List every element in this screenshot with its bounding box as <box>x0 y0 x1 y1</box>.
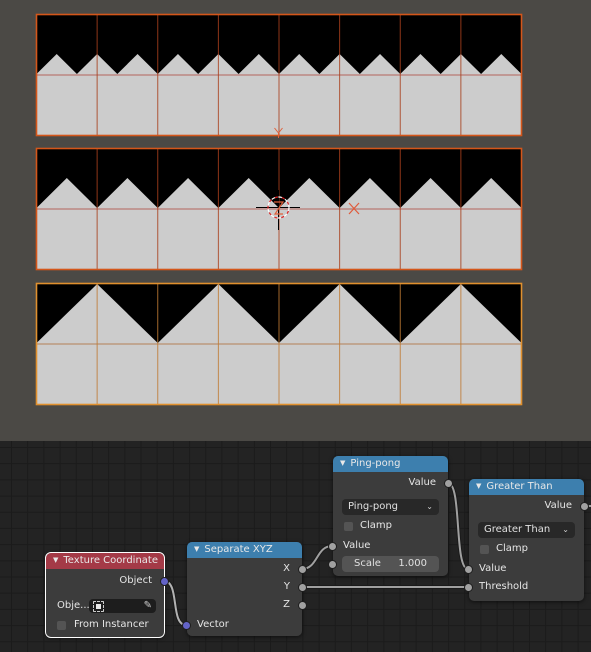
link-wire <box>447 482 469 570</box>
clamp-label: Clamp <box>360 520 392 531</box>
plane-bottom[interactable] <box>35 282 523 406</box>
input-vector-label: Vector <box>197 619 229 630</box>
output-socket-y[interactable] <box>298 583 307 592</box>
operation-value: Greater Than <box>484 524 551 535</box>
output-value-label: Value <box>408 477 436 488</box>
operation-dropdown[interactable]: Greater Than ⌄ <box>478 522 575 538</box>
input-value-label: Value <box>343 540 371 551</box>
output-value-label: Value <box>544 500 572 511</box>
node-texture-coordinate[interactable]: ▼ Texture Coordinate Object Obje... ✎ Fro… <box>45 552 169 638</box>
node-title: Texture Coordinate <box>63 555 158 566</box>
output-socket-x[interactable] <box>298 565 307 574</box>
node-title: Greater Than <box>486 481 553 492</box>
node-header[interactable]: ▼ Greater Than <box>469 479 584 495</box>
object-field-label: Obje... <box>57 600 90 611</box>
from-instancer-label: From Instancer <box>74 619 149 630</box>
collapse-triangle-icon[interactable]: ▼ <box>53 556 58 564</box>
output-z-label: Z <box>283 599 290 610</box>
from-instancer-checkbox[interactable] <box>57 621 66 630</box>
eyedropper-icon[interactable]: ✎ <box>144 599 152 613</box>
object-icon <box>93 601 104 612</box>
clamp-label: Clamp <box>496 543 528 554</box>
input-socket-value[interactable] <box>328 542 337 551</box>
output-object-label: Object <box>119 575 152 586</box>
clamp-checkbox[interactable] <box>480 545 489 554</box>
3d-viewport[interactable] <box>0 0 591 441</box>
scale-label: Scale <box>354 558 381 569</box>
operation-value: Ping-pong <box>348 501 399 512</box>
input-socket-vector[interactable] <box>182 621 191 630</box>
input-socket-scale[interactable] <box>328 560 337 569</box>
output-socket-object[interactable] <box>160 577 169 586</box>
operation-dropdown[interactable]: Ping-pong ⌄ <box>342 499 439 515</box>
scale-value: 1.000 <box>398 558 427 569</box>
collapse-triangle-icon[interactable]: ▼ <box>340 459 345 467</box>
chevron-down-icon: ⌄ <box>562 525 569 534</box>
node-greater-than[interactable]: ▼ Greater Than Value Greater Than ⌄ Clamp… <box>464 479 589 601</box>
clamp-checkbox[interactable] <box>344 522 353 531</box>
scale-field[interactable]: Scale 1.000 <box>342 556 439 572</box>
node-header[interactable]: ▼ Separate XYZ <box>187 542 302 558</box>
node-separate-xyz[interactable]: ▼ Separate XYZ X Y Z Vector <box>182 542 307 636</box>
collapse-triangle-icon[interactable]: ▼ <box>476 482 481 490</box>
node-title: Ping-pong <box>350 458 401 469</box>
output-socket-value[interactable] <box>580 502 589 511</box>
input-threshold-label: Threshold <box>479 581 529 592</box>
node-header[interactable]: ▼ Texture Coordinate <box>46 553 164 569</box>
input-value-label: Value <box>479 563 507 574</box>
collapse-triangle-icon[interactable]: ▼ <box>194 545 199 553</box>
output-y-label: Y <box>283 581 290 592</box>
shader-node-editor[interactable]: ▼ Texture Coordinate Object Obje... ✎ Fro… <box>0 441 591 652</box>
node-ping-pong[interactable]: ▼ Ping-pong Value Ping-pong ⌄ Clamp Value… <box>328 456 453 576</box>
chevron-down-icon: ⌄ <box>426 502 433 511</box>
plane-top[interactable] <box>35 13 523 137</box>
object-field[interactable]: ✎ <box>89 599 156 613</box>
input-socket-value[interactable] <box>464 565 473 574</box>
node-title: Separate XYZ <box>204 544 273 555</box>
output-socket-z[interactable] <box>298 601 307 610</box>
node-header[interactable]: ▼ Ping-pong <box>333 456 448 472</box>
link-wire <box>163 580 187 626</box>
input-socket-threshold[interactable] <box>464 583 473 592</box>
viewport-canvas[interactable] <box>0 0 591 441</box>
output-socket-value[interactable] <box>444 479 453 488</box>
output-x-label: X <box>283 563 290 574</box>
